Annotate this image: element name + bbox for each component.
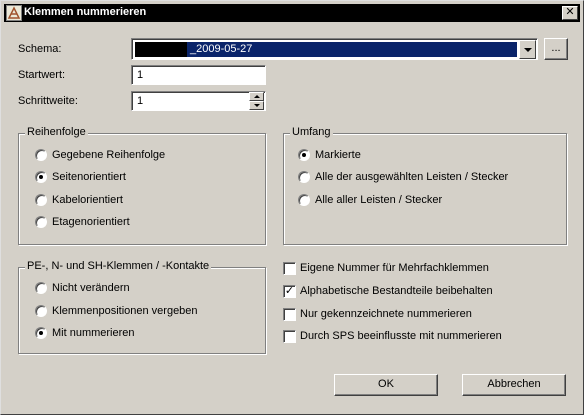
radio-button[interactable] [298, 194, 310, 206]
spin-down-icon [254, 104, 260, 107]
radio-label: Etagenorientiert [52, 216, 130, 228]
radio-label: Markierte [315, 149, 361, 161]
pe-klemmen-group: PE-, N- und SH-Klemmen / -Kontakte Nicht… [18, 260, 266, 354]
radio-label: Alle aller Leisten / Stecker [315, 194, 443, 206]
checkbox-label: Eigene Nummer für Mehrfachklemmen [300, 262, 489, 274]
spin-down-button[interactable] [249, 101, 264, 110]
cancel-button-label: Abbrechen [487, 378, 541, 390]
checkbox[interactable] [283, 262, 296, 275]
radio-button[interactable] [35, 305, 47, 317]
radio-label: Seitenorientiert [52, 171, 126, 183]
checkbox-label: Alphabetische Bestandteile beibehalten [300, 285, 493, 297]
schema-value: _2009-05-27 [190, 43, 253, 55]
checkbox[interactable]: ✓ [283, 285, 296, 298]
spin-up-button[interactable] [249, 92, 264, 101]
schema-dropdown-button[interactable] [519, 40, 536, 59]
close-button[interactable]: ✕ [562, 6, 578, 20]
checkbox[interactable] [283, 330, 296, 343]
startwert-value: 1 [137, 69, 144, 81]
radio-label: Alle der ausgewählten Leisten / Stecker [315, 171, 509, 183]
chevron-down-icon [524, 48, 532, 52]
radio-button[interactable] [35, 282, 47, 294]
radio-button[interactable] [35, 171, 47, 183]
title-bar: Klemmen nummerieren ✕ [4, 4, 580, 22]
radio-label: Nicht verändern [52, 282, 130, 294]
reihenfolge-title: Reihenfolge [25, 126, 88, 138]
window-title: Klemmen nummerieren [24, 6, 147, 18]
radio-button[interactable] [298, 149, 310, 161]
radio-button[interactable] [35, 194, 47, 206]
checkbox-label: Nur gekennzeichnete nummerieren [300, 308, 472, 320]
app-icon [6, 5, 22, 21]
schrittweite-label: Schrittweite: [18, 95, 78, 107]
schema-combobox[interactable]: _2009-05-27 [131, 38, 538, 60]
schema-label: Schema: [18, 43, 62, 55]
radio-button[interactable] [35, 149, 47, 161]
umfang-group: Umfang Markierte Alle der ausgewählten L… [283, 126, 567, 245]
close-icon: ✕ [565, 6, 575, 18]
startwert-label: Startwert: [18, 69, 66, 81]
dialog-window: Klemmen nummerieren ✕ Schema: _2009-05-2… [0, 0, 584, 415]
radio-button[interactable] [298, 171, 310, 183]
checkbox-label: Durch SPS beeinflusste mit nummerieren [300, 330, 502, 342]
radio-button[interactable] [35, 216, 47, 228]
reihenfolge-group: Reihenfolge Gegebene Reihenfolge Seiteno… [18, 126, 266, 245]
schema-selection: _2009-05-27 [135, 42, 517, 57]
browse-button-label: ... [551, 42, 561, 54]
schrittweite-value: 1 [137, 95, 144, 107]
startwert-input[interactable]: 1 [131, 65, 266, 85]
ok-button-label: OK [378, 378, 394, 390]
radio-label: Kabelorientiert [52, 194, 123, 206]
pe-klemmen-title: PE-, N- und SH-Klemmen / -Kontakte [25, 260, 212, 272]
schema-browse-button[interactable]: ... [544, 38, 568, 60]
radio-label: Mit nummerieren [52, 327, 135, 339]
ok-button[interactable]: OK [334, 374, 438, 396]
radio-label: Gegebene Reihenfolge [52, 149, 166, 161]
radio-button[interactable] [35, 327, 47, 339]
schrittweite-spinbox[interactable]: 1 [131, 91, 266, 111]
radio-label: Klemmenpositionen vergeben [52, 305, 198, 317]
spin-up-icon [254, 95, 260, 98]
cancel-button[interactable]: Abbrechen [462, 374, 566, 396]
checkbox[interactable] [283, 308, 296, 321]
redacted-block [135, 42, 187, 57]
umfang-title: Umfang [290, 126, 333, 138]
